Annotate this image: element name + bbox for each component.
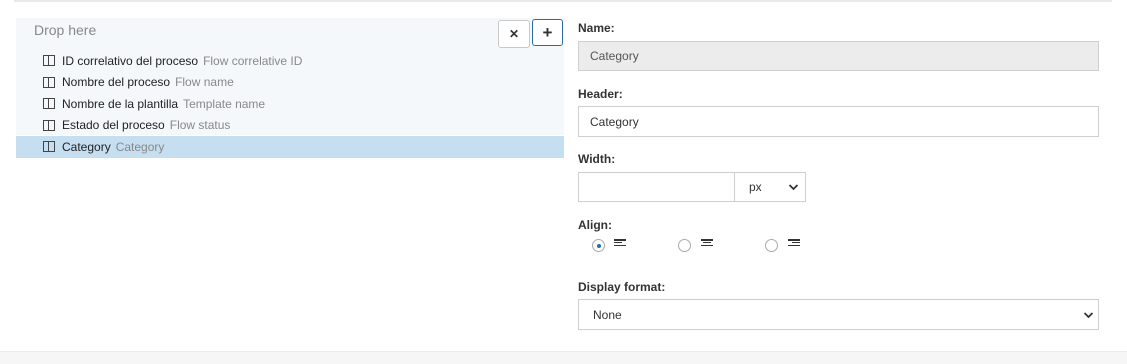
width-unit-value: px	[749, 180, 762, 194]
list-item[interactable]: Nombre de la plantilla Template name	[16, 93, 564, 115]
width-unit-select[interactable]: px	[734, 172, 806, 202]
column-icon	[43, 119, 55, 131]
header-input[interactable]: Category	[578, 106, 1099, 137]
plus-icon: +	[542, 22, 553, 42]
width-label: Width:	[578, 152, 616, 166]
drop-placeholder: Drop here	[34, 22, 97, 38]
column-name: Nombre de la plantilla	[62, 96, 179, 111]
column-description: Flow correlative ID	[203, 53, 303, 68]
header-value: Category	[590, 114, 639, 129]
column-description: Category	[115, 139, 165, 154]
list-item-selected[interactable]: Category Category	[16, 136, 564, 158]
align-label: Align:	[578, 218, 612, 232]
align-left-icon	[614, 239, 626, 249]
column-description: Template name	[183, 96, 266, 111]
close-icon: ✕	[508, 27, 520, 41]
name-field: Category	[578, 41, 1099, 71]
add-column-button[interactable]: +	[532, 19, 563, 46]
column-name: ID correlativo del proceso	[62, 53, 199, 68]
align-left-radio[interactable]	[592, 239, 605, 252]
chevron-down-icon	[788, 184, 799, 191]
list-item[interactable]: Estado del proceso Flow status	[16, 115, 564, 137]
align-center-icon	[701, 239, 713, 249]
column-name: Estado del proceso	[62, 118, 165, 133]
column-icon	[43, 141, 55, 153]
column-icon	[43, 98, 55, 110]
column-description: Flow status	[169, 118, 231, 133]
width-input[interactable]	[578, 172, 735, 202]
align-right-radio[interactable]	[765, 239, 778, 252]
header-label: Header:	[578, 87, 623, 101]
column-list: ID correlativo del proceso Flow correlat…	[16, 50, 564, 158]
align-center-radio[interactable]	[678, 239, 691, 252]
display-format-value: None	[593, 307, 622, 322]
column-icon	[43, 55, 55, 67]
name-value: Category	[590, 49, 639, 63]
column-description: Flow name	[175, 75, 234, 90]
bottom-divider	[0, 351, 1127, 364]
column-drop-panel[interactable]: Drop here ✕ + ID correlativo del proceso…	[16, 18, 564, 158]
column-icon	[43, 76, 55, 88]
remove-column-button[interactable]: ✕	[498, 20, 530, 48]
top-divider	[14, 0, 1112, 2]
chevron-down-icon	[1083, 312, 1094, 319]
align-right-icon	[788, 239, 800, 249]
column-name: Nombre del proceso	[62, 75, 171, 90]
name-label: Name:	[578, 21, 615, 35]
list-item[interactable]: ID correlativo del proceso Flow correlat…	[16, 50, 564, 72]
display-format-label: Display format:	[578, 280, 666, 294]
display-format-select[interactable]: None	[578, 299, 1099, 330]
list-item[interactable]: Nombre del proceso Flow name	[16, 72, 564, 94]
column-name: Category	[62, 139, 111, 154]
